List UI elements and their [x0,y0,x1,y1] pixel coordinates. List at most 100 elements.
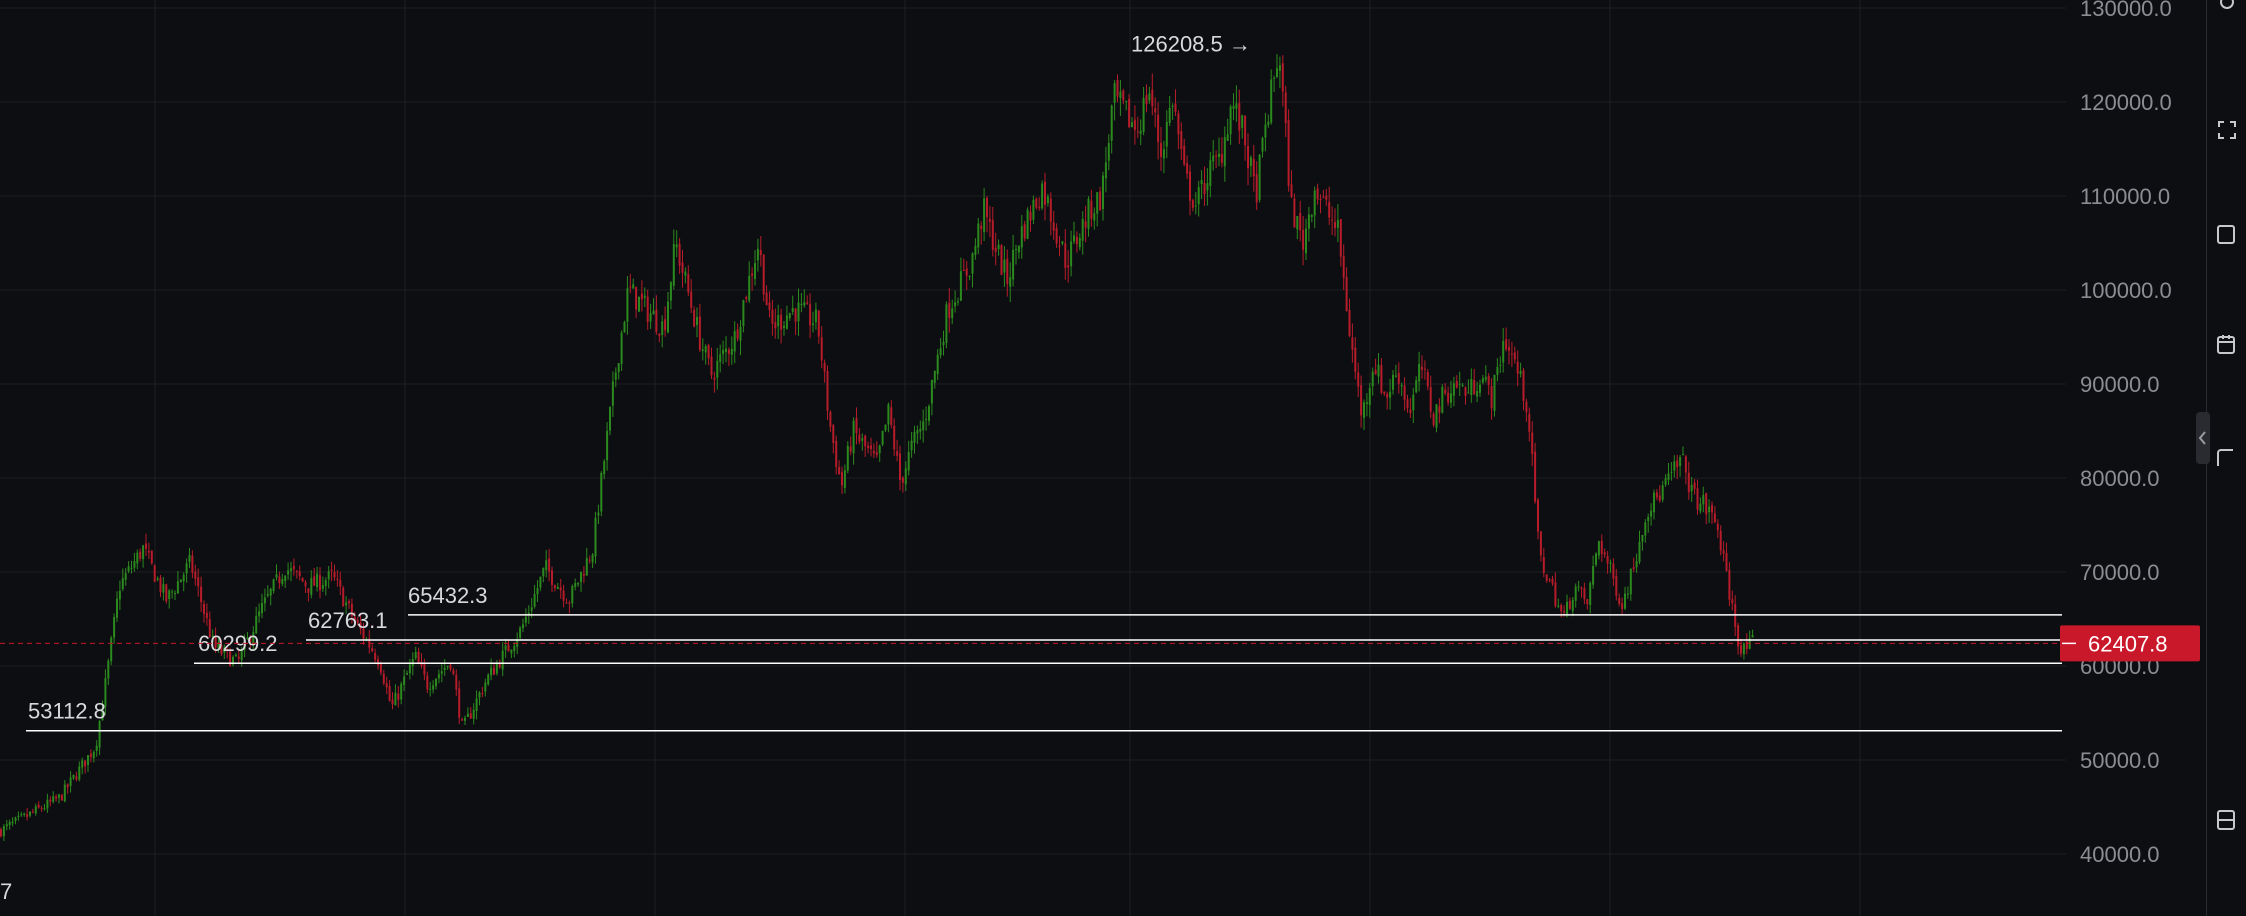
candle-body [991,220,994,250]
candle-body [1284,92,1287,124]
candle-body [1461,384,1464,386]
candle-body [933,370,936,383]
candle-body [1632,567,1635,570]
candle-body [864,435,867,447]
candle-body [1426,371,1429,387]
candle-body [1078,238,1081,248]
candle-body [1290,184,1293,198]
candle-body [66,784,69,788]
candle-body [852,420,855,454]
candle-body [896,451,899,456]
candle-body [980,225,983,229]
layout-icon[interactable] [2215,808,2239,832]
candle-body [374,653,377,660]
candle-body [484,682,487,692]
price-axis-tick: 120000.0 [2080,90,2172,115]
candle-body [1397,373,1400,384]
candle-body [1392,374,1394,390]
candle-body [545,560,548,571]
candle-body [458,688,461,718]
candle-body [1339,219,1342,257]
candle-body [826,371,829,411]
candle-body [20,814,23,816]
candle-body [1740,645,1742,654]
candle-body [1000,245,1003,275]
candle-body [1017,246,1020,253]
candle-body [597,512,600,516]
candle-body [1160,143,1162,157]
chevron-left-icon[interactable] [2196,412,2210,464]
candle-body [156,578,159,580]
candle-body [487,674,490,685]
candle-body [1438,406,1441,413]
chat-icon[interactable] [2215,446,2239,470]
candle-body [524,616,527,623]
candlestick-chart[interactable]: 65432.362763.160299.253112.8 130000.0120… [0,0,2246,916]
camera-icon[interactable] [2215,222,2239,246]
candle-body [1183,145,1186,165]
candle-body [568,602,571,604]
candle-body [40,808,43,810]
candle-body [49,799,52,802]
candle-body [893,425,896,450]
gear-icon[interactable] [2215,0,2239,14]
candle-body [1096,192,1099,214]
candle-body [501,650,504,670]
candle-body [379,663,382,673]
candle-body [287,570,290,575]
candle-body [278,576,281,584]
candle-body [1513,352,1516,360]
candle-body [907,451,910,471]
candle-body [1249,157,1252,166]
candle-body [843,470,846,488]
candle-body [733,330,736,352]
candle-body [997,244,1000,250]
candle-body [121,578,124,590]
candle-body [1023,224,1026,239]
candle-body [17,815,20,817]
candle-body [1571,599,1574,611]
candle-body [348,601,350,604]
candle-body [742,300,745,327]
candle-body [116,598,118,618]
candle-body [1371,371,1374,387]
candle-body [98,721,101,748]
candle-body [1107,143,1110,161]
time-axis-fragment: 7 [0,879,12,904]
candle-body [1345,277,1348,312]
candle-body [388,685,391,701]
candle-body [1165,121,1168,147]
candle-body [522,624,524,629]
candle-body [861,438,864,441]
candle-body [498,663,501,668]
candle-body [1412,394,1415,411]
candle-body [1142,97,1145,132]
candle-body [797,302,800,322]
candle-body [1046,196,1049,204]
fullscreen-icon[interactable] [2215,118,2239,142]
candle-body [1621,603,1624,609]
candle-body [432,685,435,690]
candle-body [1635,561,1638,568]
candle-body [658,333,661,336]
candle-body [791,308,794,312]
candle-body [78,766,81,780]
calendar-icon[interactable] [2215,332,2239,356]
candle-body [1145,95,1148,105]
candle-body [1679,457,1682,467]
candle-body [539,576,542,588]
candle-body [89,753,92,758]
candle-body [1244,115,1247,146]
candle-body [669,282,672,301]
candle-body [1032,199,1035,220]
candle-body [1151,89,1154,107]
candle-body [1684,456,1687,473]
candle-body [136,552,139,564]
candle-body [1009,277,1012,287]
candle-body [910,440,913,451]
candle-body [1577,586,1580,588]
candle-body [385,683,388,688]
candle-body [814,309,817,323]
candle-body [1702,494,1705,505]
candle-body [1389,391,1392,398]
